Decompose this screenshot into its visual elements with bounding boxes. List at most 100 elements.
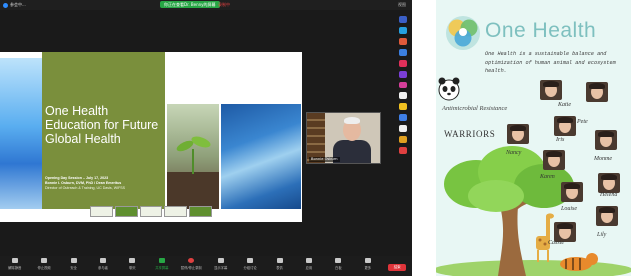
panda-icon [438,77,460,101]
toolbar-10-icon [276,258,283,263]
toolbar-button-13[interactable]: 更多 [353,256,382,276]
member-name: Cassie [548,240,565,246]
toolbar-button-8[interactable]: 显示字幕 [206,256,235,276]
toolbar-6-icon [158,258,165,263]
logo-3 [139,205,163,217]
toolbar-label: 聊天 [129,266,136,270]
one-health-logo-icon [446,16,480,50]
toolbar-label: 应用 [305,266,313,270]
sidebar-app-13-icon[interactable] [399,147,407,154]
toolbar-button-2[interactable]: 停止视频 [29,256,58,276]
toolbar-button-4[interactable]: 参与者 [88,256,117,276]
member-name: Lily [597,232,607,238]
apps-sidebar [397,16,409,154]
toolbar-label: 分组讨论 [243,266,257,270]
poster-description: One Health is a sustainable balance and … [485,51,616,74]
participant-name: Bonnie Osburn [309,157,340,162]
sidebar-app-3-icon[interactable] [399,37,407,45]
member-name: Pete [577,119,588,125]
toolbar-label: 显示字幕 [214,266,228,270]
screen-share-indicator[interactable]: 你正在查看Dr. Benny的屏幕 [160,1,220,8]
toolbar-4-icon [99,258,106,263]
toolbar-9-icon [247,258,254,263]
member-name: Katie [558,102,571,108]
toolbar-12-icon [335,258,342,263]
toolbar-2-icon [41,258,48,263]
member-name: Iris [556,137,565,143]
logo-5 [189,205,212,217]
sidebar-app-11-icon[interactable] [399,125,407,133]
participant-video[interactable]: Bonnie Osburn [306,112,381,164]
member-name: Helena [600,192,618,198]
member-name: Louise [561,206,578,212]
sprout-icon [167,136,219,209]
sidebar-app-6-icon[interactable] [399,70,407,78]
sidebar-app-2-icon[interactable] [399,26,407,34]
member-photo [596,206,618,226]
toolbar-7-icon [188,258,195,263]
slide-subtitle: Opening Day Session – July 17, 2023 Bonn… [45,176,163,191]
end-meeting-button[interactable]: 结束 [388,264,407,271]
sidebar-app-8-icon[interactable] [399,92,407,100]
member-name: Karen [540,174,555,180]
toolbar-button-9[interactable]: 分组讨论 [235,256,264,276]
toolbar-button-10[interactable]: 表情 [265,256,294,276]
member-photo [554,222,576,242]
member-photo [595,130,617,150]
shared-slide: One Health Education for Future Global H… [0,52,302,222]
toolbar-label: 更多 [364,266,372,270]
sidebar-app-12-icon[interactable] [399,136,407,144]
toolbar-1-icon [11,258,18,263]
sidebar-app-7-icon[interactable] [399,81,407,89]
giraffe-icon [536,213,554,262]
toolbar-button-1[interactable]: 解除静音 [0,256,29,276]
toolbar-button-7[interactable]: 暂停/停止录制 [177,256,206,276]
sprout-image [167,104,219,209]
toolbar-label: 白板 [335,266,342,270]
toolbar-label: 表情 [276,266,283,270]
water-image [221,104,301,209]
logo-1 [90,205,113,217]
zoom-icon [3,2,8,8]
logo-2 [114,205,138,217]
toolbar-8-icon [217,258,224,263]
app-title: 参会中... [3,1,26,9]
member-photo [540,80,562,100]
slide-title: One Health Education for Future Global H… [45,104,159,146]
view-button[interactable]: 视图 [398,2,406,7]
sidebar-app-9-icon[interactable] [399,103,407,111]
sidebar-app-5-icon[interactable] [399,59,407,67]
logo-4 [164,205,188,217]
toolbar-button-6[interactable]: 共享屏幕 [147,256,176,276]
sidebar-app-10-icon[interactable] [399,114,407,122]
sidebar-app-1-icon[interactable] [399,16,407,23]
toolbar-5-icon [129,258,136,263]
toolbar-label: 解除静音 [8,266,22,270]
end-meeting-area: 结束 [382,256,411,276]
toolbar-3-icon [70,258,77,263]
sidebar-app-4-icon[interactable] [399,48,407,56]
toolbar-button-11[interactable]: 应用 [294,256,323,276]
toolbar-label: 暂停/停止录制 [180,266,202,270]
toolbar-label: 停止视频 [37,266,51,270]
view-controls[interactable]: 视图 [393,1,406,9]
presenter-role: Director of Outreach & Training, UC Davi… [45,186,126,190]
member-name: Monme [594,156,612,162]
toolbar-button-3[interactable]: 安全 [59,256,88,276]
zoom-meeting-window: 参会中... 你正在查看Dr. Benny的屏幕 录制中 视图 One Heal… [0,0,412,276]
toolbar-label: 安全 [70,266,77,270]
member-photo [598,173,620,193]
toolbar-button-12[interactable]: 白板 [324,256,353,276]
title-bar: 参会中... 你正在查看Dr. Benny的屏幕 录制中 视图 [0,0,412,10]
sky-image [0,58,42,209]
amr-heading: Antimicrobial Resistance [442,105,508,112]
poster-title: One Health [485,19,597,42]
member-photo [543,150,565,170]
speaker-hair [344,117,360,124]
toolbar-button-5[interactable]: 聊天 [118,256,147,276]
recording-indicator[interactable]: 录制中 [218,1,230,9]
toolbar-label: 共享屏幕 [155,266,169,270]
member-photo [507,124,529,144]
member-photo [586,82,608,102]
member-name: Nancy [506,150,522,156]
